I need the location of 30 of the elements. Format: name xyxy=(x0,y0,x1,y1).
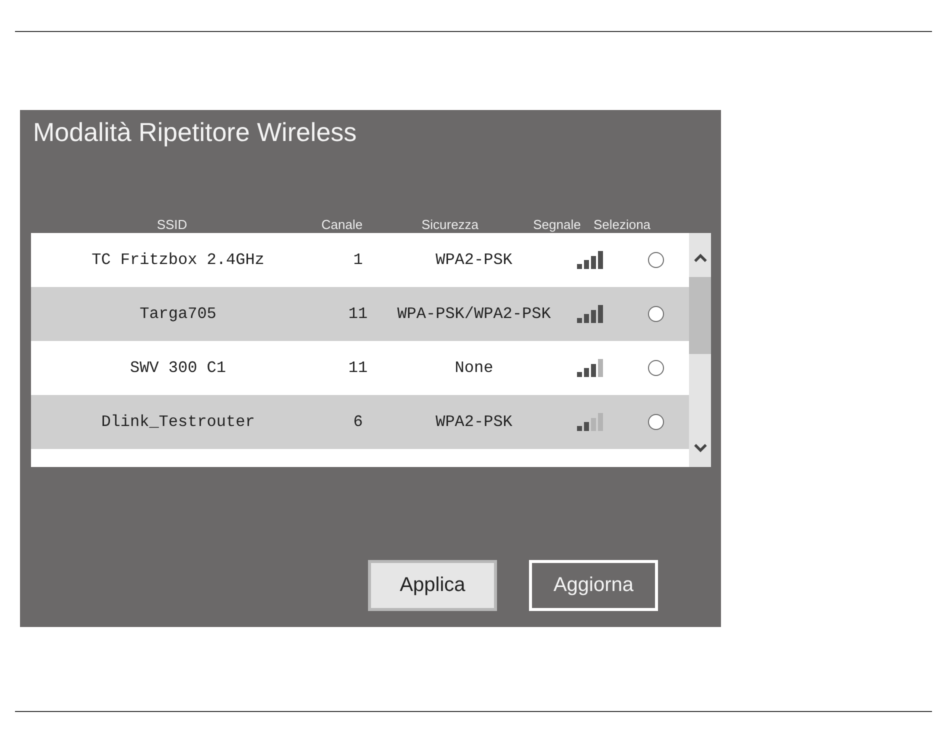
scroll-down-icon[interactable] xyxy=(694,444,706,453)
network-row[interactable]: Dlink_Testrouter 6 WPA2-PSK xyxy=(31,395,689,449)
network-row[interactable]: Targa705 11 WPA-PSK/WPA2-PSK xyxy=(31,287,689,341)
select-radio[interactable] xyxy=(648,306,664,322)
select-radio[interactable] xyxy=(648,360,664,376)
channel-cell-text: 6 xyxy=(352,413,364,431)
scroll-up-icon[interactable] xyxy=(694,253,706,262)
channel-cell-text: 11 xyxy=(347,359,369,377)
security-cell-text: WPA-PSK/WPA2-PSK xyxy=(396,305,552,323)
select-radio[interactable] xyxy=(648,414,664,430)
column-header: Segnale xyxy=(532,217,582,233)
dialog-title: Modalità Ripetitore Wireless xyxy=(32,116,358,148)
refresh-button[interactable]: Aggiorna xyxy=(529,560,658,611)
security-cell-text: WPA2-PSK xyxy=(434,251,514,269)
apply-button[interactable]: Applica xyxy=(368,560,497,611)
column-header: Sicurezza xyxy=(420,217,480,233)
select-radio[interactable] xyxy=(648,252,664,268)
ssid-cell-text: TC Fritzbox 2.4GHz xyxy=(90,251,266,269)
column-header: SSID xyxy=(156,217,188,233)
column-header: Canale xyxy=(320,217,364,233)
column-header: Seleziona xyxy=(592,217,652,233)
ssid-cell-text: Dlink_Testrouter xyxy=(100,413,256,431)
channel-cell-text: 1 xyxy=(352,251,364,269)
security-cell-text: WPA2-PSK xyxy=(434,413,514,431)
channel-cell-text: 11 xyxy=(347,305,369,323)
ssid-cell-text: Targa705 xyxy=(138,305,218,323)
scrollbar-thumb[interactable] xyxy=(689,277,711,354)
scrollbar-track[interactable] xyxy=(689,233,711,467)
ssid-cell-text: SWV 300 C1 xyxy=(128,359,227,377)
security-cell-text: None xyxy=(454,359,494,377)
